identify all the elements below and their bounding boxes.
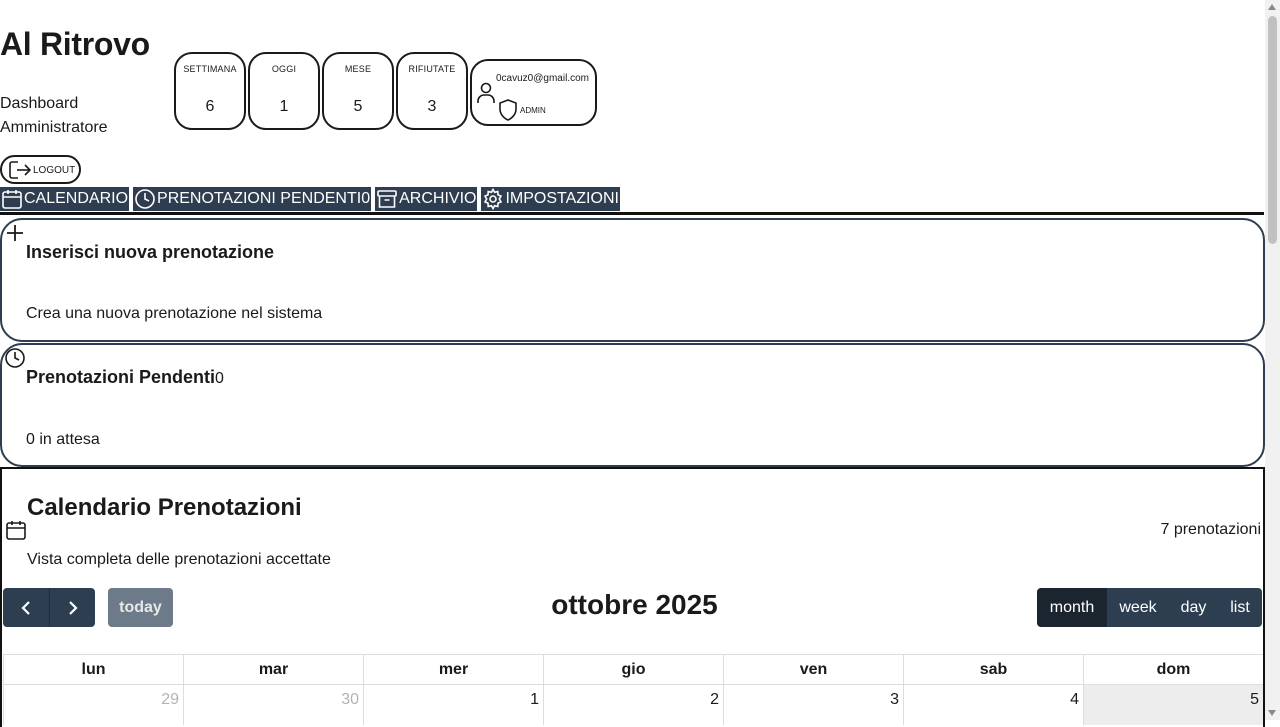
- stat-week: SETTIMANA 6: [174, 52, 246, 130]
- booking-count: 7 prenotazioni: [1160, 521, 1261, 538]
- user-icon: [476, 81, 496, 110]
- view-week-button[interactable]: week: [1107, 588, 1169, 627]
- day-cell[interactable]: 4: [903, 685, 1083, 725]
- stat-value: 5: [353, 98, 363, 115]
- weekday-header: gio: [543, 655, 723, 684]
- view-switcher: month week day list: [1037, 588, 1262, 627]
- stat-rejected: RIFIUTATE 3: [396, 52, 468, 130]
- stat-label: MESE: [344, 64, 372, 74]
- archive-icon: [377, 190, 397, 208]
- day-cell[interactable]: 30: [183, 685, 363, 725]
- calendar-grid: lun mar mer gio ven sab dom 29 30 1 2 3 …: [3, 654, 1263, 725]
- weekday-header: lun: [3, 655, 183, 684]
- tab-label: PRENOTAZIONI PENDENTI: [157, 190, 362, 207]
- plus-icon: [4, 222, 26, 249]
- page-scrollbar[interactable]: [1265, 0, 1280, 720]
- weekday-header: ven: [723, 655, 903, 684]
- app-title: Al Ritrovo: [0, 26, 150, 62]
- user-badge: 0cavuz0@gmail.com ADMIN: [470, 59, 597, 126]
- weekday-header: sab: [903, 655, 1083, 684]
- card-description: Crea una nuova prenotazione nel sistema: [26, 305, 323, 322]
- pending-count: 0: [215, 370, 224, 387]
- view-day-button[interactable]: day: [1169, 588, 1218, 627]
- tab-prenotazioni-pendenti[interactable]: PRENOTAZIONI PENDENTI 0: [133, 187, 372, 211]
- day-cell[interactable]: 29: [3, 685, 183, 725]
- calendar-subtitle: Vista completa delle prenotazioni accett…: [27, 551, 331, 568]
- tab-impostazioni[interactable]: IMPOSTAZIONI: [481, 187, 620, 211]
- stat-month: MESE 5: [322, 52, 394, 130]
- weekday-header: dom: [1083, 655, 1263, 684]
- main-nav: CALENDARIO PRENOTAZIONI PENDENTI 0 ARCHIV…: [0, 187, 620, 211]
- pending-title: Prenotazioni Pendenti: [26, 367, 216, 387]
- view-month-button[interactable]: month: [1037, 588, 1107, 627]
- day-cell-today[interactable]: 5: [1083, 685, 1263, 725]
- calendar-icon: [2, 190, 22, 209]
- scroll-thumb[interactable]: [1268, 16, 1277, 244]
- tab-calendario[interactable]: CALENDARIO: [0, 187, 130, 211]
- calendar-section: Calendario Prenotazioni 7 prenotazioni V…: [0, 467, 1265, 727]
- stat-label: OGGI: [271, 64, 297, 74]
- user-role: ADMIN: [520, 106, 546, 115]
- logout-button[interactable]: LOGOUT: [0, 155, 81, 184]
- tab-label: IMPOSTAZIONI: [505, 190, 619, 207]
- view-list-button[interactable]: list: [1218, 588, 1262, 627]
- nav-divider: [0, 212, 1264, 215]
- calendar-icon: [5, 519, 27, 546]
- stat-today: OGGI 1: [248, 52, 320, 130]
- stat-value: 3: [427, 98, 437, 115]
- clock-icon: [4, 347, 26, 374]
- calendar-title: Calendario Prenotazioni: [27, 494, 302, 521]
- weekday-header-row: lun mar mer gio ven sab dom: [3, 654, 1263, 685]
- tab-count: 0: [361, 190, 371, 207]
- day-cell[interactable]: 2: [543, 685, 723, 725]
- app-subtitle: Dashboard Amministratore: [0, 95, 108, 136]
- gear-icon: [484, 188, 503, 210]
- pending-bookings-card[interactable]: Prenotazioni Pendenti0 0 in attesa: [0, 343, 1265, 467]
- scroll-up-arrow[interactable]: [1268, 4, 1276, 10]
- stat-label: RIFIUTATE: [408, 64, 456, 74]
- card-title: Prenotazioni Pendenti0: [26, 367, 224, 388]
- day-cell[interactable]: 3: [723, 685, 903, 725]
- scroll-down-arrow[interactable]: [1268, 710, 1276, 716]
- stat-label: SETTIMANA: [183, 64, 237, 74]
- day-cell[interactable]: 1: [363, 685, 543, 725]
- card-description: 0 in attesa: [26, 431, 100, 448]
- logout-icon: [9, 161, 32, 184]
- user-email: 0cavuz0@gmail.com: [496, 73, 589, 84]
- logout-label: LOGOUT: [33, 165, 76, 176]
- stat-value: 1: [279, 98, 289, 115]
- tab-label: ARCHIVIO: [399, 190, 477, 207]
- tab-label: CALENDARIO: [24, 190, 129, 207]
- weekday-header: mer: [363, 655, 543, 684]
- card-title: Inserisci nuova prenotazione: [26, 242, 275, 262]
- shield-icon: [498, 99, 518, 126]
- clock-icon: [135, 189, 155, 209]
- tab-archivio[interactable]: ARCHIVIO: [375, 187, 478, 211]
- weekday-header: mar: [183, 655, 363, 684]
- stat-value: 6: [205, 98, 215, 115]
- week-row: 29 30 1 2 3 4 5: [3, 685, 1263, 725]
- new-booking-card[interactable]: Inserisci nuova prenotazione Crea una nu…: [0, 218, 1265, 342]
